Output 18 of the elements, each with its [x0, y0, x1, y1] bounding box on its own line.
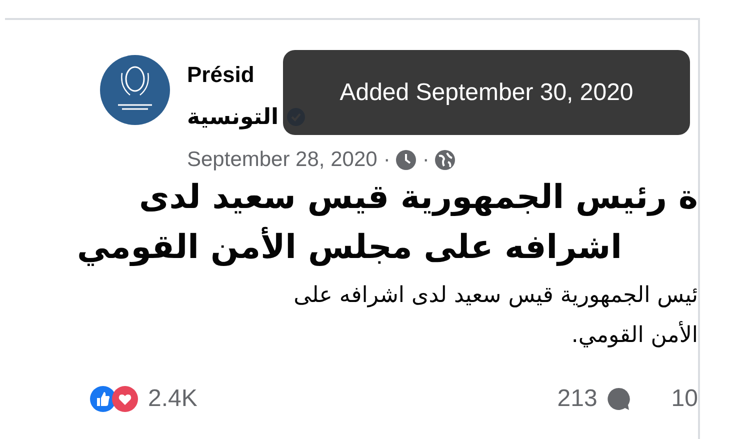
avatar-emblem-icon[interactable]: [100, 55, 170, 125]
post-text-line: الأمن القومي.: [571, 320, 698, 350]
post-date[interactable]: September 28, 2020: [187, 149, 378, 171]
reactions-count[interactable]: 2.4K: [148, 385, 198, 413]
author-name[interactable]: التونسية: [187, 105, 279, 129]
clock-icon: [396, 150, 416, 170]
separator-dot: ·: [383, 149, 390, 171]
post-headline-line: ة رئيس الجمهورية قيس سعيد لدى: [139, 176, 698, 218]
comments-count[interactable]: 213: [557, 385, 598, 413]
shares-count[interactable]: 10: [671, 385, 698, 413]
post-headline-line: اشرافه على مجلس الأمن القومي: [77, 226, 622, 268]
comment-bubble-icon: [607, 387, 632, 411]
separator-dot: ·: [422, 149, 430, 171]
post-text-line: ئيس الجمهورية قيس سعيد لدى اشرافه على: [294, 282, 698, 310]
globe-icon: [435, 150, 456, 170]
like-reaction-icon[interactable]: [90, 386, 116, 412]
love-reaction-icon[interactable]: [112, 386, 138, 412]
tooltip-text: Added September 30, 2020: [340, 78, 634, 106]
